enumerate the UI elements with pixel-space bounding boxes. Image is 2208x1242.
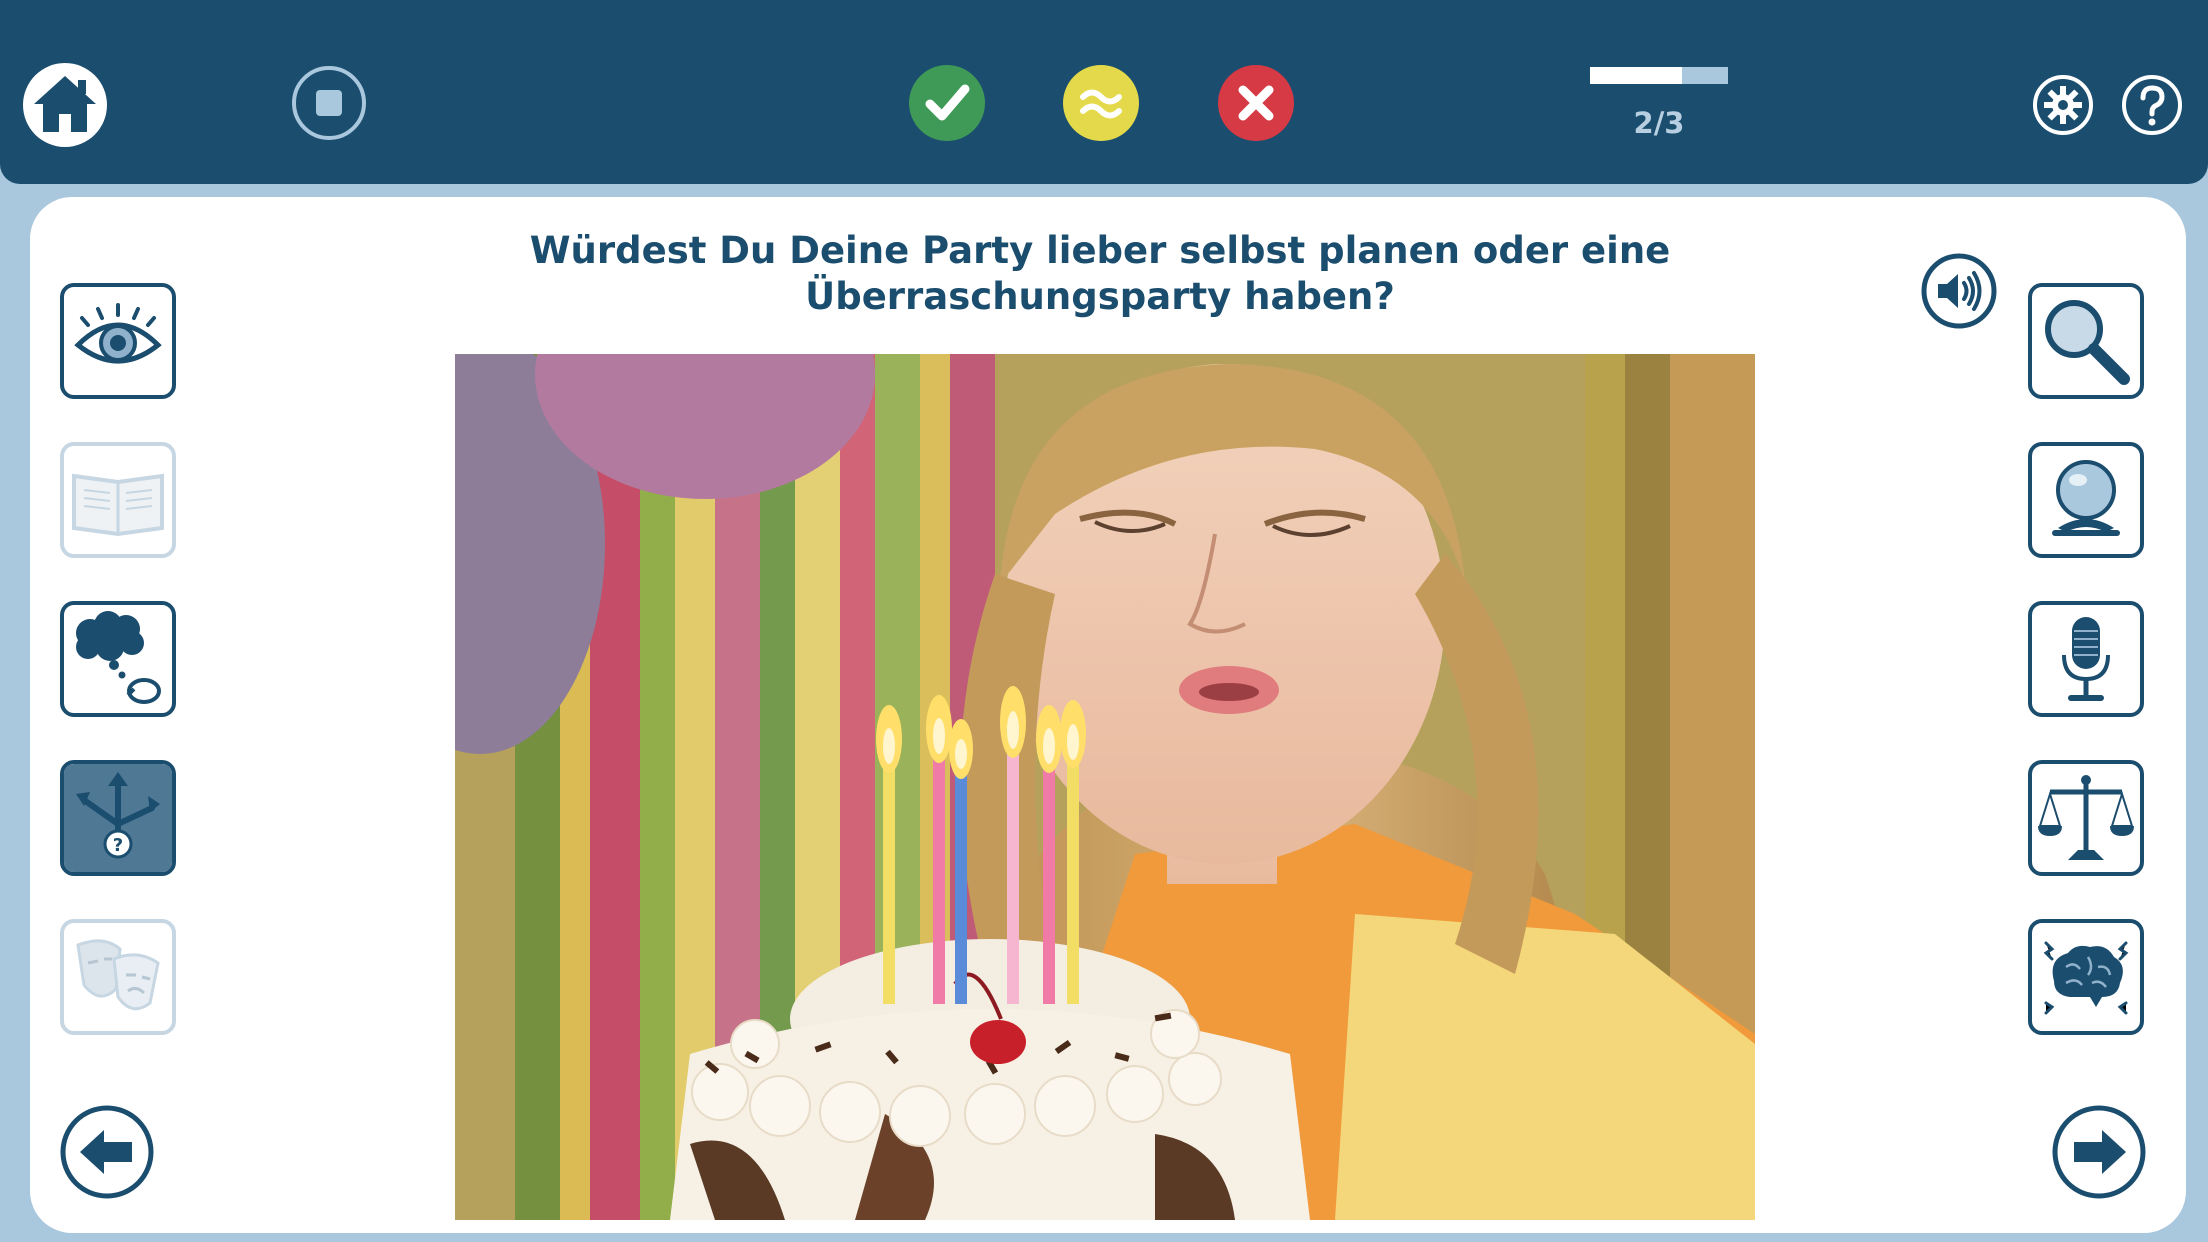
observe-tool-button[interactable] xyxy=(60,283,176,399)
arrow-right-icon xyxy=(2052,1105,2146,1199)
checkmark-icon xyxy=(909,65,985,141)
predict-tool-button[interactable] xyxy=(2028,442,2144,558)
scales-icon xyxy=(2038,775,2134,860)
question-line-2: Überraschungsparty haben? xyxy=(805,275,1395,318)
microphone-icon xyxy=(2062,617,2110,701)
thought-bubble-icon xyxy=(76,611,161,704)
stop-button[interactable] xyxy=(291,65,367,141)
progress-label: 2/3 xyxy=(1633,106,1685,140)
memory-tool-button[interactable] xyxy=(2028,919,2144,1035)
settings-button[interactable] xyxy=(2032,74,2094,136)
choice-arrows-icon: ? xyxy=(64,764,172,872)
search-tool-button[interactable] xyxy=(2028,283,2144,399)
approx-icon xyxy=(1063,65,1139,141)
dictionary-tool-button[interactable] xyxy=(60,442,176,558)
eye-icon xyxy=(74,303,162,364)
question-text: Würdest Du Deine Party lieber selbst pla… xyxy=(480,228,1720,320)
magnifier-icon xyxy=(2045,300,2130,385)
audio-button[interactable] xyxy=(1921,253,1997,329)
record-tool-button[interactable] xyxy=(2028,601,2144,717)
wrong-button[interactable] xyxy=(1218,65,1294,141)
progress-fill xyxy=(1590,67,1683,84)
speaker-icon xyxy=(1921,253,1997,329)
brain-icon xyxy=(2043,941,2129,1015)
gear-icon xyxy=(2033,75,2093,135)
top-toolbar: 2/3 xyxy=(0,0,2208,184)
question-mark-icon xyxy=(2122,75,2182,135)
photo-illustration xyxy=(455,354,1755,1220)
home-button[interactable] xyxy=(22,62,108,148)
birthday-cake-photo xyxy=(455,354,1755,1220)
question-line-1: Würdest Du Deine Party lieber selbst pla… xyxy=(529,229,1671,272)
compare-tool-button[interactable] xyxy=(2028,760,2144,876)
dictionary-icon xyxy=(72,473,164,537)
theater-masks-icon xyxy=(76,939,160,1011)
cross-icon xyxy=(1218,65,1294,141)
partially-correct-button[interactable] xyxy=(1063,65,1139,141)
choices-tool-button[interactable]: ? xyxy=(60,760,176,876)
home-icon xyxy=(23,63,107,147)
svg-text:?: ? xyxy=(113,835,123,856)
emotions-tool-button[interactable] xyxy=(60,919,176,1035)
help-button[interactable] xyxy=(2121,74,2183,136)
progress-bar xyxy=(1590,67,1728,84)
correct-button[interactable] xyxy=(909,65,985,141)
think-tool-button[interactable] xyxy=(60,601,176,717)
arrow-left-icon xyxy=(60,1105,154,1199)
previous-button[interactable] xyxy=(60,1105,154,1199)
crystal-ball-icon xyxy=(2052,460,2120,536)
next-button[interactable] xyxy=(2052,1105,2146,1199)
stop-icon xyxy=(292,66,366,140)
